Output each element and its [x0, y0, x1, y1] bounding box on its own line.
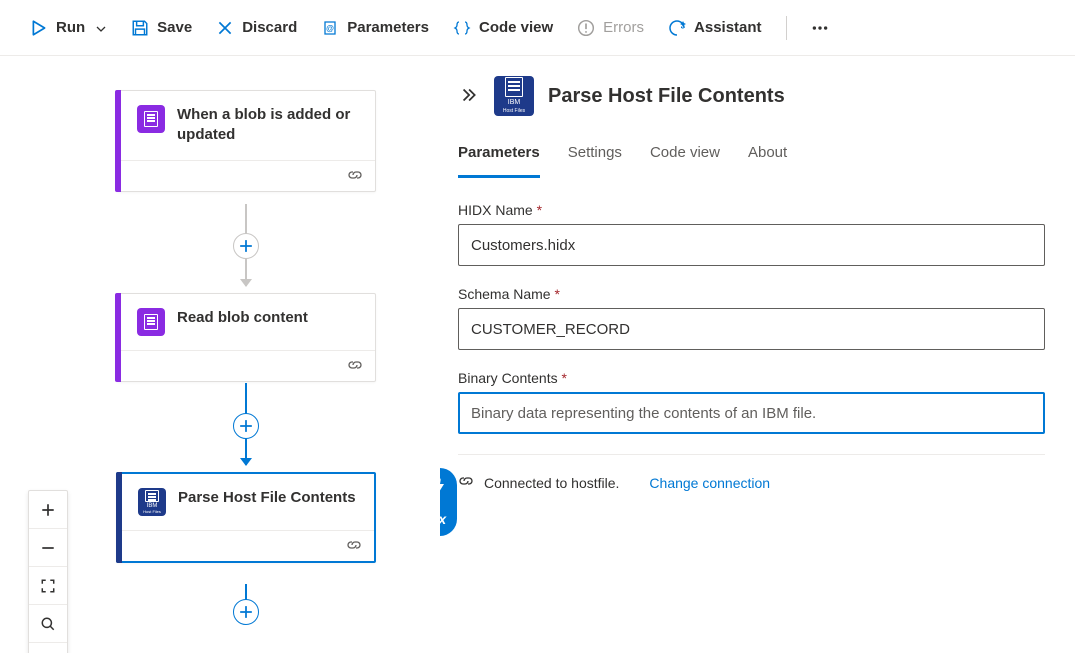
assistant-icon — [668, 19, 686, 37]
save-button[interactable]: Save — [121, 13, 202, 43]
dynamic-content-button[interactable] — [440, 468, 457, 502]
expression-rail: fx — [440, 468, 457, 536]
add-step-button[interactable] — [233, 413, 259, 439]
search-button[interactable] — [29, 605, 67, 643]
errors-label: Errors — [603, 19, 644, 36]
svg-text:@: @ — [326, 24, 334, 33]
ibm-hostfiles-icon: IBM Host Files — [138, 488, 166, 516]
error-icon — [577, 19, 595, 37]
zoom-out-button[interactable] — [29, 529, 67, 567]
link-icon — [458, 473, 474, 492]
main: When a blob is added or updated Read blo… — [0, 56, 1075, 653]
link-icon — [347, 167, 365, 185]
node-title: When a blob is added or updated — [177, 105, 359, 146]
braces-icon — [453, 19, 471, 37]
connector-stub — [245, 584, 247, 600]
toolbar: Run Save Discard @ Parameters Code view … — [0, 0, 1075, 56]
hidx-input[interactable] — [458, 224, 1045, 266]
more-icon — [811, 19, 829, 37]
codeview-label: Code view — [479, 19, 553, 36]
toolbar-separator — [786, 16, 787, 40]
codeview-button[interactable]: Code view — [443, 13, 563, 43]
assistant-label: Assistant — [694, 19, 762, 36]
action-node-parse-host-file[interactable]: IBM Host Files Parse Host File Contents — [116, 472, 376, 563]
schema-label: Schema Name * — [458, 286, 1045, 302]
minimap-button[interactable] — [29, 643, 67, 653]
play-icon — [30, 19, 48, 37]
parameters-icon: @ — [321, 19, 339, 37]
add-step-button[interactable] — [233, 233, 259, 259]
panel-tabs: Parameters Settings Code view About — [458, 138, 1045, 178]
schema-input[interactable] — [458, 308, 1045, 350]
node-title: Read blob content — [177, 308, 308, 328]
assistant-button[interactable]: Assistant — [658, 13, 772, 43]
panel-title: Parse Host File Contents — [548, 85, 785, 108]
run-button[interactable]: Run — [20, 13, 117, 43]
discard-button[interactable]: Discard — [206, 13, 307, 43]
expression-button[interactable]: fx — [440, 502, 457, 536]
collapse-panel-icon[interactable] — [458, 85, 480, 107]
fit-screen-button[interactable] — [29, 567, 67, 605]
add-step-button[interactable] — [233, 599, 259, 625]
parameters-button[interactable]: @ Parameters — [311, 13, 439, 43]
close-icon — [216, 19, 234, 37]
run-label: Run — [56, 19, 85, 36]
link-icon — [347, 357, 365, 375]
node-title: Parse Host File Contents — [178, 488, 356, 508]
details-panel: fx IBM Host Files Parse Host File Conten… — [440, 56, 1075, 653]
link-icon — [346, 537, 364, 555]
more-button[interactable] — [801, 13, 839, 43]
save-icon — [131, 19, 149, 37]
zoom-in-button[interactable] — [29, 491, 67, 529]
blob-trigger-icon — [137, 105, 165, 133]
discard-label: Discard — [242, 19, 297, 36]
zoom-controls — [28, 490, 68, 653]
tab-settings[interactable]: Settings — [568, 138, 622, 178]
change-connection-link[interactable]: Change connection — [649, 475, 770, 491]
tab-about[interactable]: About — [748, 138, 787, 178]
binary-label: Binary Contents * — [458, 370, 1045, 386]
ibm-hostfiles-icon: IBM Host Files — [494, 76, 534, 116]
errors-button[interactable]: Errors — [567, 13, 654, 43]
divider — [458, 454, 1045, 455]
designer-canvas[interactable]: When a blob is added or updated Read blo… — [0, 56, 440, 653]
chevron-down-icon — [95, 22, 107, 34]
connection-text: Connected to hostfile. — [484, 475, 619, 491]
tab-parameters[interactable]: Parameters — [458, 138, 540, 178]
action-node-read-blob[interactable]: Read blob content — [116, 293, 376, 382]
tab-codeview[interactable]: Code view — [650, 138, 720, 178]
parameters-label: Parameters — [347, 19, 429, 36]
hidx-label: HIDX Name * — [458, 202, 1045, 218]
binary-input[interactable] — [458, 392, 1045, 434]
save-label: Save — [157, 19, 192, 36]
connection-status: Connected to hostfile. Change connection — [458, 473, 1045, 492]
trigger-node-blob[interactable]: When a blob is added or updated — [116, 90, 376, 192]
blob-read-icon — [137, 308, 165, 336]
